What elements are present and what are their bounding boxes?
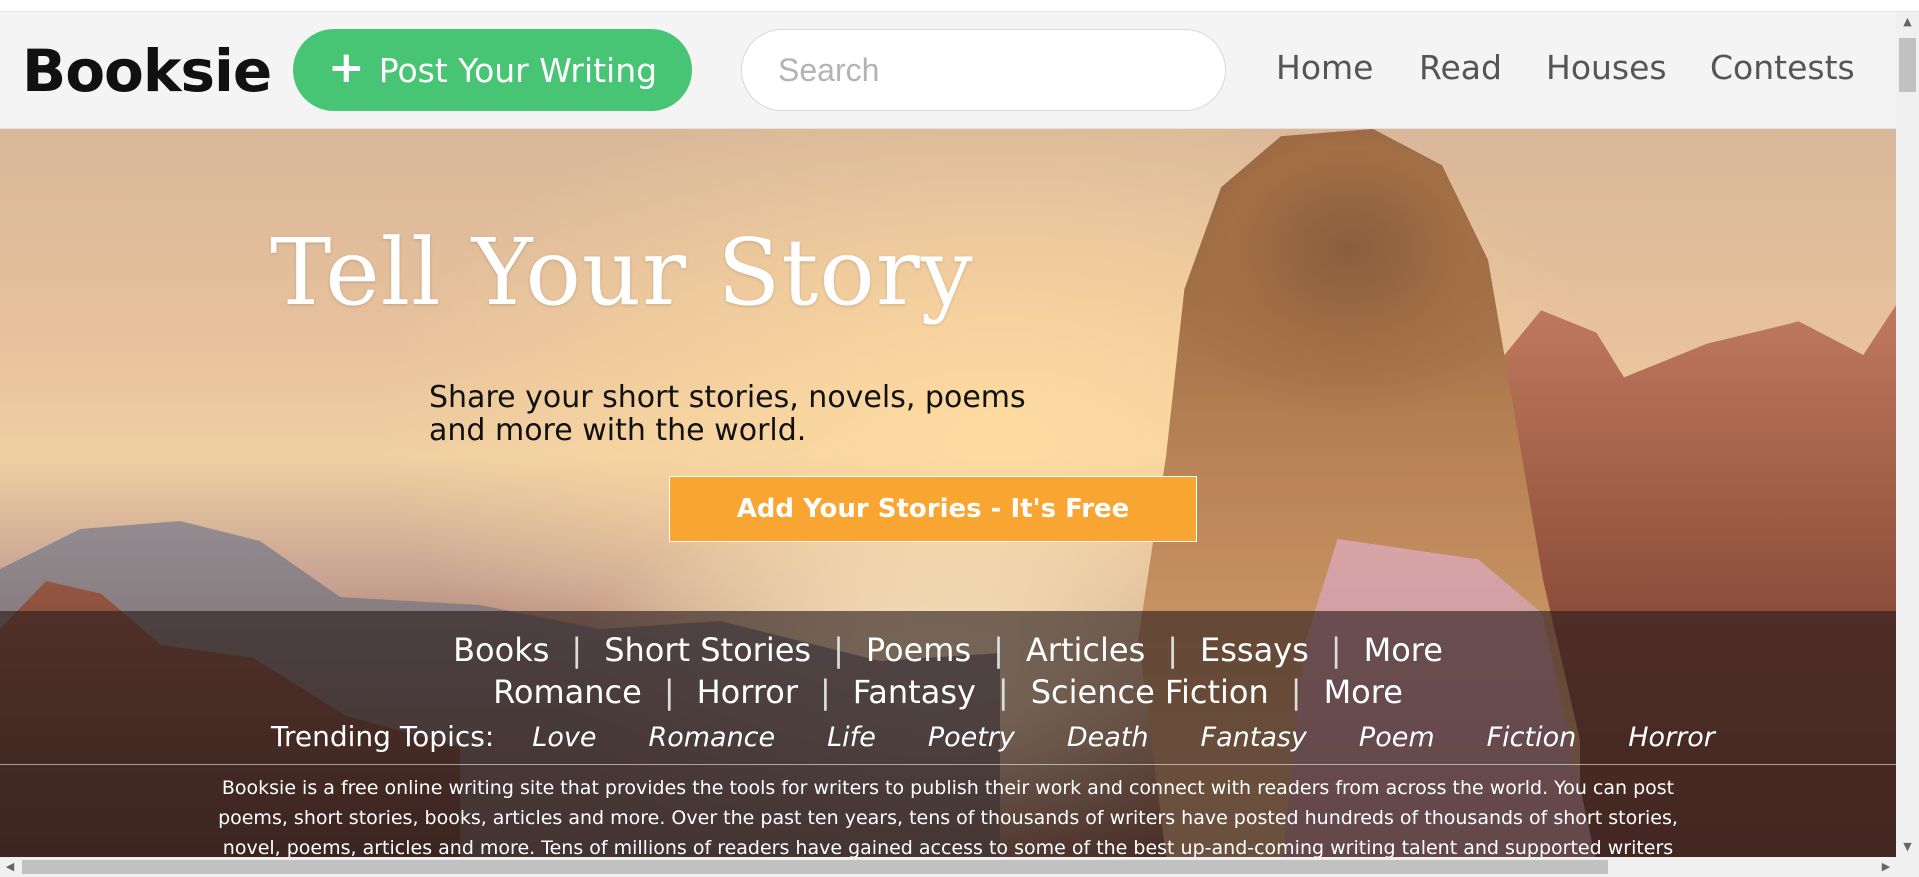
divider (0, 764, 1896, 765)
vertical-scrollbar-thumb[interactable] (1899, 38, 1916, 92)
scrollbar-corner (1896, 857, 1919, 877)
trending-topic-fantasy[interactable]: Fantasy (1201, 722, 1307, 753)
trending-topic-death[interactable]: Death (1067, 722, 1149, 753)
hero-title: Tell Your Story (270, 219, 974, 326)
separator: | (820, 673, 831, 711)
category-link-poems[interactable]: Poems (866, 631, 971, 669)
hero-subtitle-line2: and more with the world. (429, 413, 807, 448)
trending-topic-love[interactable]: Love (532, 722, 596, 753)
trending-topic-life[interactable]: Life (827, 722, 876, 753)
genre-link-horror[interactable]: Horror (697, 673, 798, 711)
category-link-articles[interactable]: Articles (1026, 631, 1145, 669)
separator: | (1330, 631, 1342, 669)
hero-subtitle-line1: Share your short stories, novels, poems (429, 380, 1026, 415)
search-input[interactable] (741, 29, 1226, 111)
genre-link-romance[interactable]: Romance (493, 673, 642, 711)
nav-contests[interactable]: Contests (1710, 48, 1855, 87)
trending-topic-romance[interactable]: Romance (648, 722, 775, 753)
post-your-writing-button[interactable]: + Post Your Writing (293, 29, 692, 111)
hero-subtitle: Share your short stories, novels, poems … (429, 381, 1069, 447)
separator: | (997, 673, 1009, 711)
scroll-left-arrow-icon[interactable]: ◀ (0, 857, 20, 877)
scroll-right-arrow-icon[interactable]: ▶ (1876, 857, 1896, 877)
about-description: Booksie is a free online writing site th… (218, 777, 1678, 857)
trending-topics-list: Love Romance Life Poetry Death Fantasy P… (532, 722, 1767, 753)
trending-topic-fiction[interactable]: Fiction (1487, 722, 1577, 753)
separator: | (1167, 631, 1179, 669)
horizontal-scrollbar-thumb[interactable] (22, 860, 1608, 874)
trending-topics-label: Trending Topics: (271, 720, 495, 753)
separator: | (663, 673, 675, 711)
trending-topic-poetry[interactable]: Poetry (928, 722, 1015, 753)
category-link-more[interactable]: More (1364, 631, 1443, 669)
scroll-down-arrow-icon[interactable]: ▼ (1896, 837, 1919, 857)
separator: | (993, 631, 1004, 669)
booksie-logo[interactable]: Booksie (22, 42, 272, 100)
genre-link-science-fiction[interactable]: Science Fiction (1031, 673, 1269, 711)
horizontal-scrollbar[interactable]: ◀ ▶ (0, 857, 1896, 877)
site-header: Booksie + Post Your Writing Home Read Ho… (0, 12, 1896, 129)
plus-icon: + (327, 42, 365, 93)
nav-home[interactable]: Home (1276, 48, 1373, 87)
hero-section: Tell Your Story Share your short stories… (0, 129, 1896, 857)
nav-houses[interactable]: Houses (1546, 48, 1667, 87)
scroll-up-arrow-icon[interactable]: ▲ (1896, 12, 1919, 32)
genre-link-more[interactable]: More (1324, 673, 1403, 711)
genre-link-fantasy[interactable]: Fantasy (853, 673, 976, 711)
trending-topics: Trending Topics: Love Romance Life Poetr… (271, 720, 1767, 753)
separator: | (571, 631, 583, 669)
category-link-essays[interactable]: Essays (1200, 631, 1309, 669)
trending-topic-horror[interactable]: Horror (1628, 722, 1715, 753)
vertical-scrollbar[interactable]: ▲ ▼ (1896, 12, 1919, 857)
separator: | (833, 631, 844, 669)
genre-links-row: Romance | Horror | Fantasy | Science Fictio… (0, 673, 1896, 711)
separator: | (1290, 673, 1302, 711)
format-links-row: Books | Short Stories | Poems | Articles | E… (0, 631, 1896, 669)
trending-topic-poem[interactable]: Poem (1359, 722, 1435, 753)
add-your-stories-button[interactable]: Add Your Stories - It's Free (669, 476, 1197, 542)
browser-top-strip (0, 0, 1919, 12)
nav-read[interactable]: Read (1419, 48, 1502, 87)
category-link-books[interactable]: Books (453, 631, 549, 669)
post-your-writing-label: Post Your Writing (378, 50, 658, 90)
category-link-short-stories[interactable]: Short Stories (604, 631, 811, 669)
